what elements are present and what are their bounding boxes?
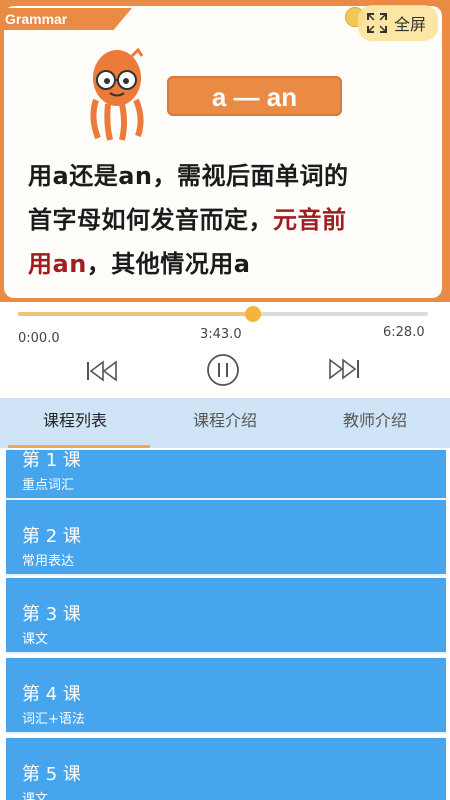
lesson-list: 第 1 课 重点词汇 第 2 课 常用表达 第 3 课 课文 第 4 课 词汇+… — [6, 450, 446, 800]
pause-icon[interactable] — [205, 352, 241, 388]
slide-line-2: 首字母如何发音而定，元音前 — [28, 206, 347, 234]
lesson-item-1[interactable]: 第 1 课 重点词汇 — [6, 450, 446, 500]
tab-course-intro[interactable]: 课程介绍 — [150, 398, 300, 448]
lesson-item-2[interactable]: 第 2 课 常用表达 — [6, 500, 446, 576]
lesson-title: 第 1 课 — [22, 450, 81, 471]
slide-text: 用a还是an，需视后面单词的 首字母如何发音而定，元音前 用an，其他情况用a — [28, 154, 428, 286]
fullscreen-icon — [367, 13, 387, 33]
slide-line-1: 用a还是an，需视后面单词的 — [28, 162, 349, 190]
lesson-item-3[interactable]: 第 3 课 课文 — [6, 578, 446, 654]
lesson-title: 第 5 课 — [22, 764, 81, 785]
slide-line-3: 用an，其他情况用a — [28, 250, 251, 278]
time-end: 6:28.0 — [383, 325, 425, 340]
lesson-title: 第 2 课 — [22, 526, 81, 547]
progress-thumb[interactable] — [244, 306, 261, 322]
tab-teacher-intro[interactable]: 教师介绍 — [300, 398, 450, 448]
lesson-title: 第 4 课 — [22, 684, 81, 705]
lesson-item-4[interactable]: 第 4 课 词汇+语法 — [6, 658, 446, 734]
progress-bar[interactable] — [18, 306, 428, 322]
lesson-subtitle: 课文 — [22, 632, 49, 647]
progress-fill — [18, 312, 253, 316]
lesson-subtitle: 常用表达 — [22, 554, 75, 569]
lesson-item-5[interactable]: 第 5 课 课文 — [6, 738, 446, 800]
lesson-subtitle: 词汇+语法 — [22, 712, 85, 727]
fullscreen-button[interactable]: 全屏 — [358, 5, 438, 41]
tab-bar: 课程列表 课程介绍 教师介绍 — [0, 398, 450, 448]
time-current: 3:43.0 — [200, 327, 242, 342]
fullscreen-label: 全屏 — [394, 15, 427, 34]
squid-mascot-icon — [90, 48, 144, 141]
lesson-subtitle: 重点词汇 — [22, 478, 75, 493]
skip-back-icon[interactable] — [85, 358, 119, 384]
lesson-title: 第 3 课 — [22, 604, 81, 625]
slide-content: a — an 用a还是an，需视后面单词的 首字母如何发音而定，元音前 用an，… — [4, 6, 442, 298]
topic-pill: a — an — [167, 76, 342, 116]
grammar-tag: Grammar — [0, 8, 132, 30]
lesson-subtitle: 课文 — [22, 792, 49, 800]
time-start: 0:00.0 — [18, 331, 60, 346]
tab-course-list[interactable]: 课程列表 — [0, 398, 150, 448]
skip-forward-icon[interactable] — [327, 356, 361, 382]
video-player[interactable]: a — an 用a还是an，需视后面单词的 首字母如何发音而定，元音前 用an，… — [0, 0, 450, 302]
